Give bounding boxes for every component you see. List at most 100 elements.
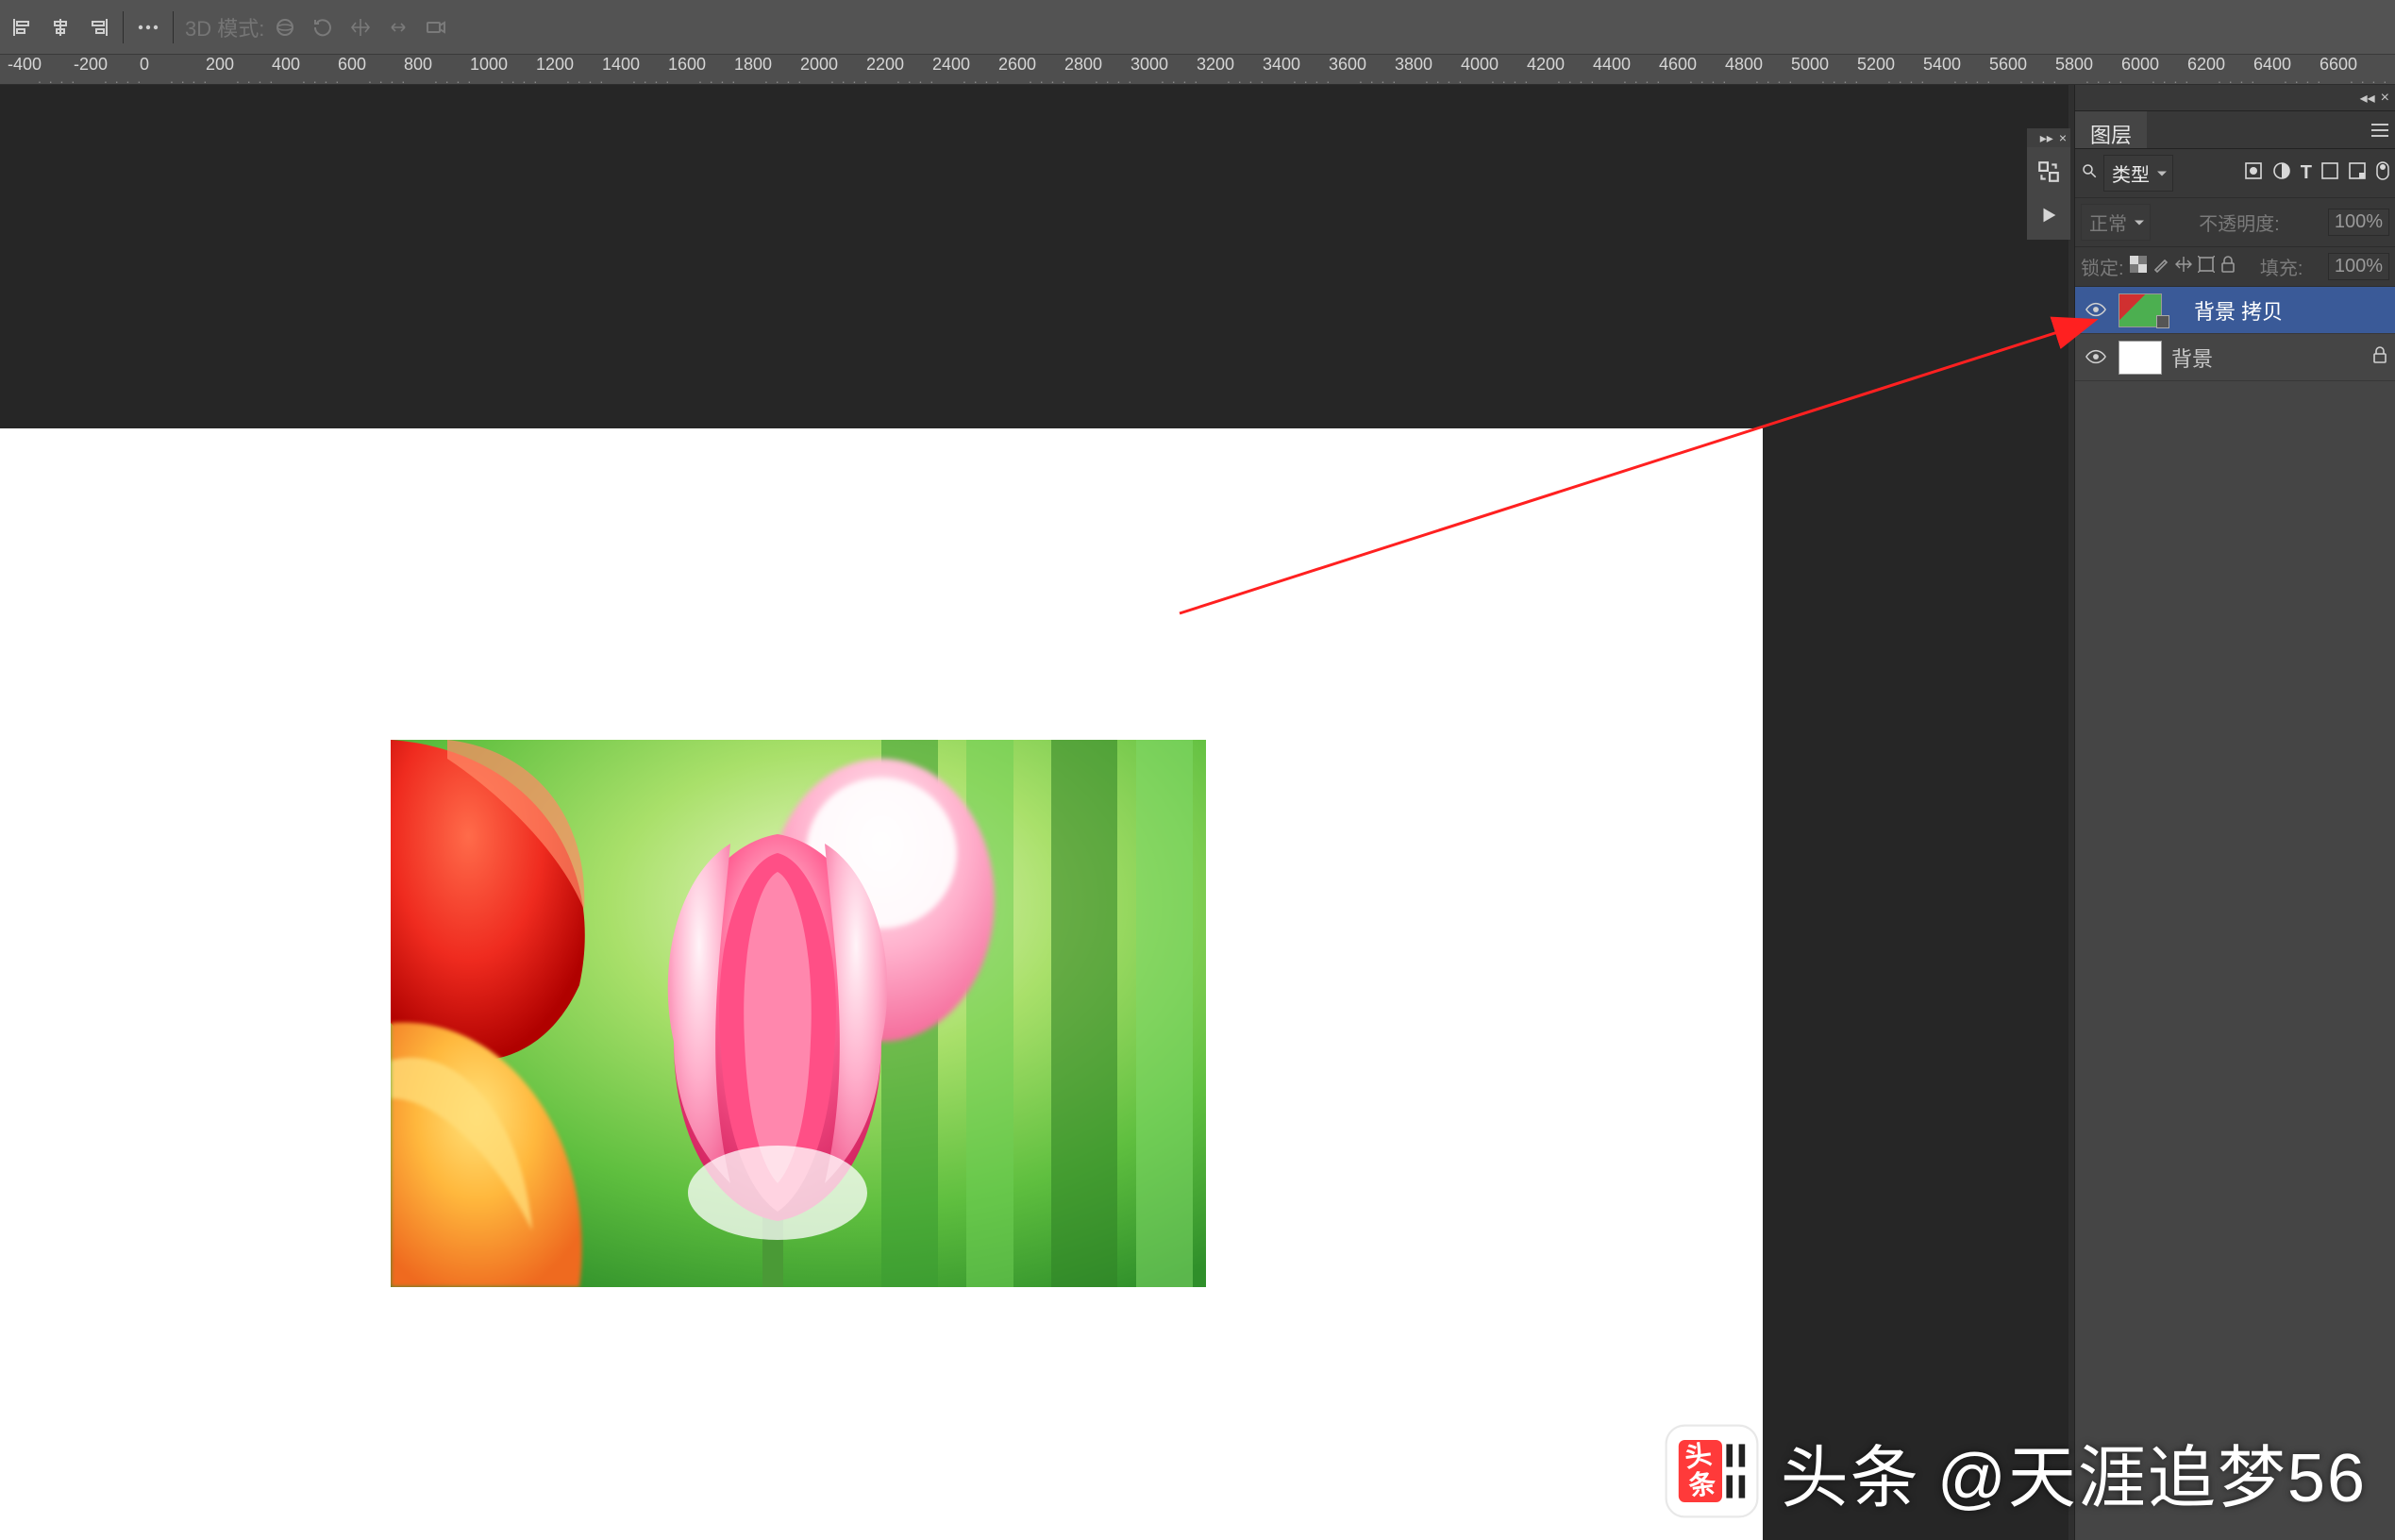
filter-smart-icon[interactable] [2348,161,2367,186]
tab-layers[interactable]: 图层 [2075,111,2147,148]
placed-image[interactable] [391,740,1206,1287]
ruler-minor-ticks: . . . . [1293,71,1331,85]
ruler-minor-ticks: . . . . [1755,71,1794,85]
lock-move-icon[interactable] [2175,256,2192,278]
ruler-minor-ticks: . . . . [1425,71,1464,85]
ruler-minor-ticks: . . . . [1227,71,1265,85]
collapse-icon[interactable]: ◂◂ [2360,89,2375,108]
layer-row[interactable]: 背景 拷贝 [2075,287,2395,334]
ruler-label: 0 [140,55,149,75]
filter-type-select[interactable]: 类型 [2103,155,2173,192]
lock-icon[interactable] [2372,346,2387,368]
3d-mode-label: 3D 模式: [185,12,264,42]
ruler-minor-ticks: . . . . [434,71,473,85]
ruler-minor-ticks: . . . . [632,71,671,85]
lock-paint-icon[interactable] [2152,256,2169,278]
opacity-label: 不透明度: [2199,209,2280,236]
filter-shape-icon[interactable] [2321,162,2338,185]
layer-filter-row: 类型 T [2075,149,2395,198]
ruler-minor-ticks: . . . . [1953,71,1992,85]
ruler-minor-ticks: . . . . [2284,71,2322,85]
collapsed-history-panel: ▸▸ × [2027,128,2070,240]
ruler-minor-ticks: . . . . [1623,71,1662,85]
ruler-minor-ticks: . . . . [2218,71,2256,85]
close-icon[interactable]: × [2381,90,2389,107]
more-options-icon[interactable] [131,10,165,44]
watermark-brand: 头条 [1781,1422,1920,1521]
ruler-label: -400 [8,55,42,75]
ruler-minor-ticks: . . . . [1359,71,1398,85]
close-icon[interactable]: × [2059,130,2067,145]
lock-trans-icon[interactable] [2130,256,2147,278]
align-right-icon[interactable] [81,10,115,44]
separator [173,11,174,43]
fill-label: 填充: [2260,253,2303,280]
3d-orbit-icon [268,10,302,44]
ruler-minor-ticks: . . . . [1557,71,1596,85]
visibility-eye-icon[interactable] [2083,345,2109,370]
filter-pixel-icon[interactable] [2244,161,2263,186]
ruler-label: 800 [404,55,432,75]
layer-thumbnail[interactable] [2119,341,2162,375]
blend-mode-select[interactable]: 正常 [2081,204,2151,241]
ruler-minor-ticks: . . . . [302,71,341,85]
smart-object-badge-icon [2156,315,2169,328]
ruler-minor-ticks: . . . . [896,71,935,85]
ruler-minor-ticks: . . . . [236,71,275,85]
panel-tabs: 图层 [2075,111,2395,149]
layers-panel: ◂◂ × 图层 类型 T 正常 不透明度: 100% 锁定: [2074,85,2395,1540]
panel-menu-icon[interactable] [2365,111,2395,148]
horizontal-ruler[interactable]: -400. . . .-200. . . .0. . . .200. . . .… [0,55,2395,85]
search-icon[interactable] [2081,162,2098,185]
svg-text:条: 条 [1686,1468,1717,1502]
ruler-minor-ticks: . . . . [963,71,1001,85]
ruler-minor-ticks: . . . . [170,71,209,85]
3d-rotate-icon [306,10,340,44]
layer-row[interactable]: 背景 [2075,334,2395,381]
ruler-label: 200 [206,55,234,75]
canvas-area[interactable]: ▸▸ × [0,85,2074,1540]
filter-text-icon[interactable]: T [2301,162,2312,184]
ruler-minor-ticks: . . . . [1161,71,1199,85]
fill-value[interactable]: 100% [2328,253,2389,280]
document-canvas[interactable] [0,428,1763,1540]
layer-name[interactable]: 背景 拷贝 [2194,295,2283,326]
ruler-minor-ticks: . . . . [104,71,142,85]
expand-icon[interactable]: ▸▸ [2040,130,2053,146]
lock-label: 锁定: [2081,253,2124,280]
filter-toggle-icon[interactable] [2376,161,2389,186]
toutiao-logo-icon: 头 条 [1660,1419,1764,1523]
3d-camera-icon [419,10,453,44]
ruler-minor-ticks: . . . . [2152,71,2190,85]
filter-adjust-icon[interactable] [2272,161,2291,186]
play-icon[interactable] [2032,198,2066,232]
3d-slide-icon [381,10,415,44]
ruler-minor-ticks: . . . . [1887,71,1926,85]
watermark-handle: @天涯追梦56 [1937,1422,2367,1521]
ruler-minor-ticks: . . . . [698,71,737,85]
ruler-minor-ticks: . . . . [830,71,869,85]
ruler-minor-ticks: . . . . [2019,71,2058,85]
align-left-icon[interactable] [6,10,40,44]
visibility-eye-icon[interactable] [2083,298,2109,323]
lock-artboard-icon[interactable] [2198,256,2215,278]
mini-panel-header[interactable]: ▸▸ × [2027,128,2070,147]
ruler-label: 400 [272,55,300,75]
ruler-minor-ticks: . . . . [1491,71,1530,85]
options-bar: 3D 模式: [0,0,2395,55]
ruler-minor-ticks: . . . . [1689,71,1728,85]
opacity-value[interactable]: 100% [2328,209,2389,236]
ruler-minor-ticks: . . . . [2085,71,2124,85]
history-swap-icon[interactable] [2032,155,2066,189]
align-center-icon[interactable] [43,10,77,44]
blend-opacity-row: 正常 不透明度: 100% [2075,198,2395,247]
ruler-label: -200 [74,55,108,75]
layer-list: 背景 拷贝背景 [2075,287,2395,1540]
ruler-minor-ticks: . . . . [1029,71,1067,85]
ruler-minor-ticks: . . . . [764,71,803,85]
ruler-minor-ticks: . . . . [38,71,76,85]
lock-fill-row: 锁定: 填充: 100% [2075,247,2395,287]
lock-all-icon[interactable] [2220,256,2236,278]
layer-name[interactable]: 背景 [2171,343,2213,373]
ruler-minor-ticks: . . . . [2350,71,2388,85]
